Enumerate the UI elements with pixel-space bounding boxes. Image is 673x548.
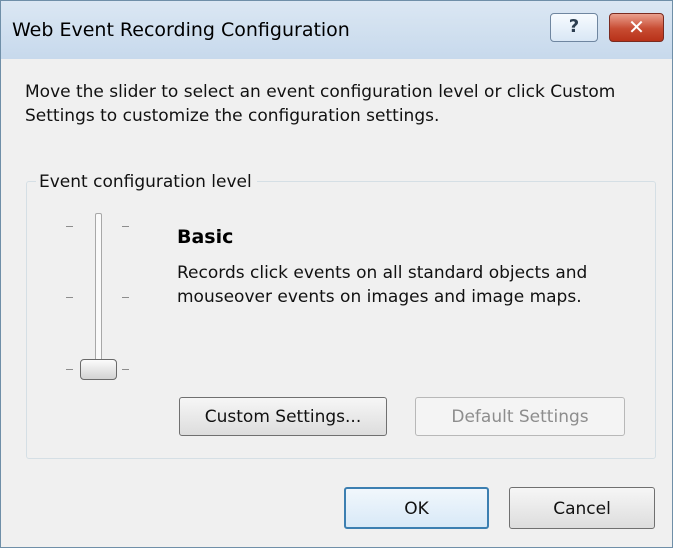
default-settings-button[interactable]: Default Settings bbox=[415, 397, 625, 436]
groupbox-legend: Event configuration level bbox=[36, 172, 257, 192]
help-icon: ? bbox=[568, 16, 580, 37]
window-title: Web Event Recording Configuration bbox=[12, 19, 350, 41]
help-button[interactable]: ? bbox=[550, 13, 598, 42]
level-description: Records click events on all standard obj… bbox=[177, 263, 588, 307]
ok-label: OK bbox=[404, 499, 429, 519]
close-icon: ✕ bbox=[628, 15, 645, 39]
instructions-text: Move the slider to select an event confi… bbox=[25, 82, 616, 126]
level-title: Basic bbox=[177, 226, 234, 248]
custom-settings-button[interactable]: Custom Settings... bbox=[179, 397, 387, 436]
slider-tick-right-mid bbox=[122, 297, 129, 298]
default-settings-label: Default Settings bbox=[451, 407, 589, 427]
level-slider-track[interactable] bbox=[95, 213, 102, 370]
slider-tick-right-top bbox=[122, 226, 129, 227]
cancel-button[interactable]: Cancel bbox=[509, 487, 655, 529]
custom-settings-label: Custom Settings... bbox=[204, 407, 362, 427]
slider-tick-right-bottom bbox=[122, 369, 129, 370]
slider-tick-left-bottom bbox=[66, 369, 73, 370]
level-slider-thumb[interactable] bbox=[80, 359, 117, 380]
slider-tick-left-mid bbox=[66, 297, 73, 298]
slider-tick-left-top bbox=[66, 226, 73, 227]
close-button[interactable]: ✕ bbox=[609, 13, 664, 42]
ok-button[interactable]: OK bbox=[344, 487, 489, 529]
cancel-label: Cancel bbox=[553, 499, 611, 519]
title-bar[interactable]: Web Event Recording Configuration ? ✕ bbox=[1, 1, 672, 59]
